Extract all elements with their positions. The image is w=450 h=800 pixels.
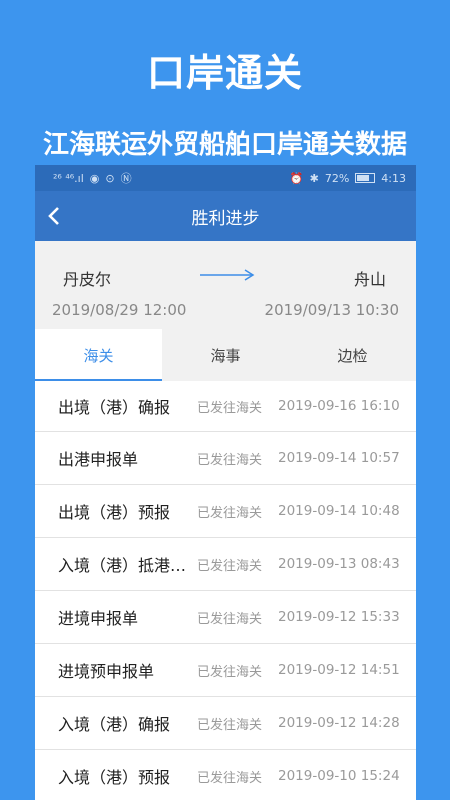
route-summary: 丹皮尔 舟山 2019/08/29 12:00 2019/09/13 10:30 [35, 241, 416, 329]
back-arrow-icon[interactable] [43, 204, 67, 228]
nfc-icon: Ⓝ [120, 172, 132, 185]
record-name: 入境（港）预报 [58, 768, 171, 787]
tab-border-inspection[interactable]: 边检 [289, 329, 416, 381]
record-name: 进境预申报单 [58, 662, 155, 681]
bluetooth-icon: ✱ [309, 171, 319, 185]
phone-screen: ²⁶ ⁴⁶.ıl ◉ ⊙ Ⓝ ⏰ ✱ 72% 4:13 胜利进步 丹皮尔 舟山 … [35, 165, 416, 800]
tab-customs[interactable]: 海关 [35, 329, 162, 381]
record-time: 2019-09-13 08:43 [278, 556, 400, 572]
promo-subtitle: 江海联运外贸船舶口岸通关数据 [42, 130, 407, 160]
page-title: 胜利进步 [191, 208, 260, 229]
list-item[interactable]: 进境预申报单 已发往海关 2019-09-12 14:51 [35, 644, 416, 697]
record-status: 已发往海关 [197, 452, 263, 468]
record-time: 2019-09-14 10:48 [278, 503, 400, 519]
list-item[interactable]: 出港申报单 已发往海关 2019-09-14 10:57 [35, 432, 416, 485]
list-item[interactable]: 入境（港）预报 已发往海关 2019-09-10 15:24 [35, 750, 416, 800]
record-status: 已发往海关 [197, 611, 263, 627]
record-time: 2019-09-12 14:51 [278, 662, 400, 678]
promo-title: 口岸通关 [146, 51, 303, 95]
record-name: 入境（港）抵港… [58, 556, 187, 575]
status-bar: ²⁶ ⁴⁶.ıl ◉ ⊙ Ⓝ ⏰ ✱ 72% 4:13 [35, 165, 416, 191]
record-name: 出境（港）确报 [58, 398, 171, 417]
arrival-port: 舟山 [353, 270, 386, 289]
battery-icon [355, 173, 376, 183]
record-time: 2019-09-12 15:33 [278, 609, 400, 625]
record-status: 已发往海关 [197, 664, 263, 680]
eye-icon: ⊙ [105, 171, 115, 185]
arrival-time: 2019/09/13 10:30 [264, 301, 399, 319]
signal-icon: ²⁶ ⁴⁶.ıl [53, 171, 84, 185]
record-name: 出境（港）预报 [58, 503, 171, 522]
battery-percent: 72% [324, 171, 350, 185]
record-time: 2019-09-12 14:28 [278, 715, 400, 731]
wifi-icon: ◉ [89, 171, 100, 185]
record-status: 已发往海关 [197, 717, 263, 733]
record-name: 入境（港）确报 [58, 715, 171, 734]
agency-tabs: 海关 海事 边检 [35, 329, 416, 381]
list-item[interactable]: 出境（港）预报 已发往海关 2019-09-14 10:48 [35, 485, 416, 538]
record-name: 进境申报单 [58, 609, 139, 628]
record-status: 已发往海关 [197, 558, 263, 574]
list-item[interactable]: 入境（港）确报 已发往海关 2019-09-12 14:28 [35, 697, 416, 750]
record-name: 出港申报单 [58, 450, 139, 469]
record-status: 已发往海关 [197, 770, 263, 786]
route-arrow-icon [200, 269, 255, 281]
record-status: 已发往海关 [197, 400, 263, 416]
list-item[interactable]: 入境（港）抵港… 已发往海关 2019-09-13 08:43 [35, 538, 416, 591]
list-item[interactable]: 出境（港）确报 已发往海关 2019-09-16 16:10 [35, 381, 416, 432]
record-time: 2019-09-16 16:10 [278, 398, 400, 414]
record-status: 已发往海关 [197, 505, 263, 521]
record-time: 2019-09-14 10:57 [278, 450, 400, 466]
departure-time: 2019/08/29 12:00 [52, 301, 187, 319]
tab-maritime[interactable]: 海事 [162, 329, 289, 381]
nav-bar: 胜利进步 [35, 191, 416, 241]
list-item[interactable]: 进境申报单 已发往海关 2019-09-12 15:33 [35, 591, 416, 644]
departure-port: 丹皮尔 [63, 270, 112, 289]
declaration-list: 出境（港）确报 已发往海关 2019-09-16 16:10 出港申报单 已发往… [35, 381, 416, 800]
record-time: 2019-09-10 15:24 [278, 768, 400, 784]
clock: 4:13 [381, 171, 406, 185]
alarm-icon: ⏰ [289, 171, 304, 185]
